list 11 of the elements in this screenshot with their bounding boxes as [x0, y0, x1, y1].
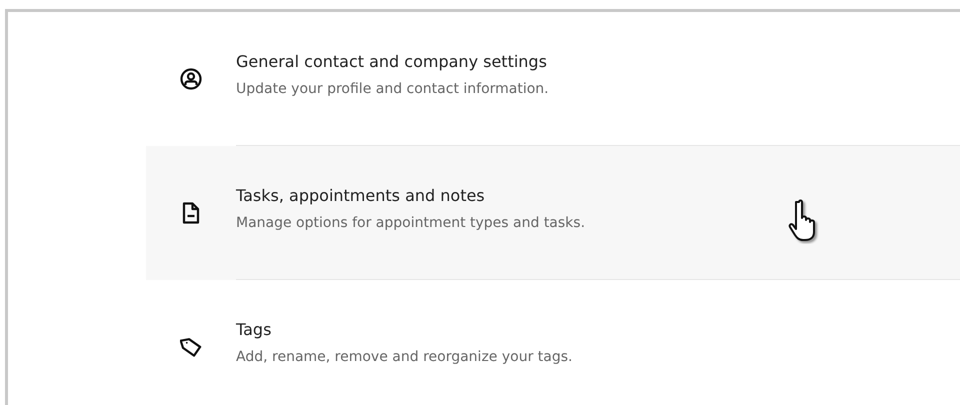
document-icon [182, 202, 200, 224]
item-description: Manage options for appointment types and tasks. [236, 215, 586, 231]
item-description: Add, rename, remove and reorganize your tags. [236, 349, 574, 365]
settings-item[interactable]: Tasks, appointments and notes Manage options for appointment types and tasks. [146, 146, 960, 280]
item-title: Tasks, appointments and notes [236, 186, 486, 205]
settings-item[interactable]: Tags Add, rename, remove and reorganize your tags. [146, 280, 960, 405]
item-description: Update your profile and contact information. [236, 81, 550, 97]
tag-icon [180, 336, 202, 358]
item-title: Tags [236, 320, 272, 339]
user-circle-icon [180, 68, 202, 90]
item-title: General contact and company settings [236, 52, 548, 71]
